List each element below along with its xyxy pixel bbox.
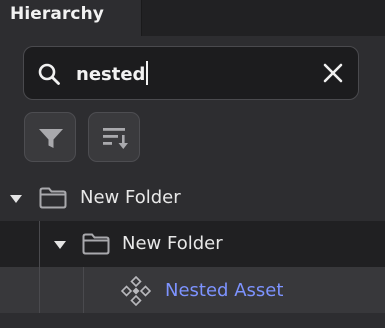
- tree-row-folder[interactable]: New Folder: [0, 175, 385, 221]
- filter-button[interactable]: [24, 112, 76, 162]
- expand-toggle[interactable]: [10, 195, 22, 203]
- indent-guide: [83, 267, 84, 313]
- sort-button[interactable]: [88, 112, 140, 162]
- search-input-value: nested: [76, 64, 146, 85]
- tab-hierarchy-label: Hierarchy: [10, 4, 104, 24]
- tree-item-label: New Folder: [122, 233, 223, 254]
- asset-icon: [121, 276, 151, 306]
- text-caret: [146, 61, 149, 85]
- search-input[interactable]: nested: [76, 61, 149, 85]
- tree-row-asset[interactable]: Nested Asset: [0, 267, 385, 313]
- filter-icon: [39, 129, 63, 148]
- tree-item-label: Nested Asset: [165, 280, 284, 301]
- search-field[interactable]: nested: [23, 46, 359, 100]
- tab-bar: Hierarchy: [0, 0, 385, 36]
- expand-toggle[interactable]: [54, 241, 66, 249]
- folder-icon: [82, 233, 110, 255]
- indent-guide: [39, 221, 40, 313]
- search-icon: [38, 63, 60, 85]
- tab-hierarchy[interactable]: Hierarchy: [0, 0, 142, 36]
- tree-row-folder[interactable]: New Folder: [0, 221, 385, 267]
- clear-search-button[interactable]: [320, 60, 346, 86]
- tree-item-label: New Folder: [80, 187, 181, 208]
- folder-icon: [39, 187, 67, 209]
- sort-icon: [103, 128, 128, 149]
